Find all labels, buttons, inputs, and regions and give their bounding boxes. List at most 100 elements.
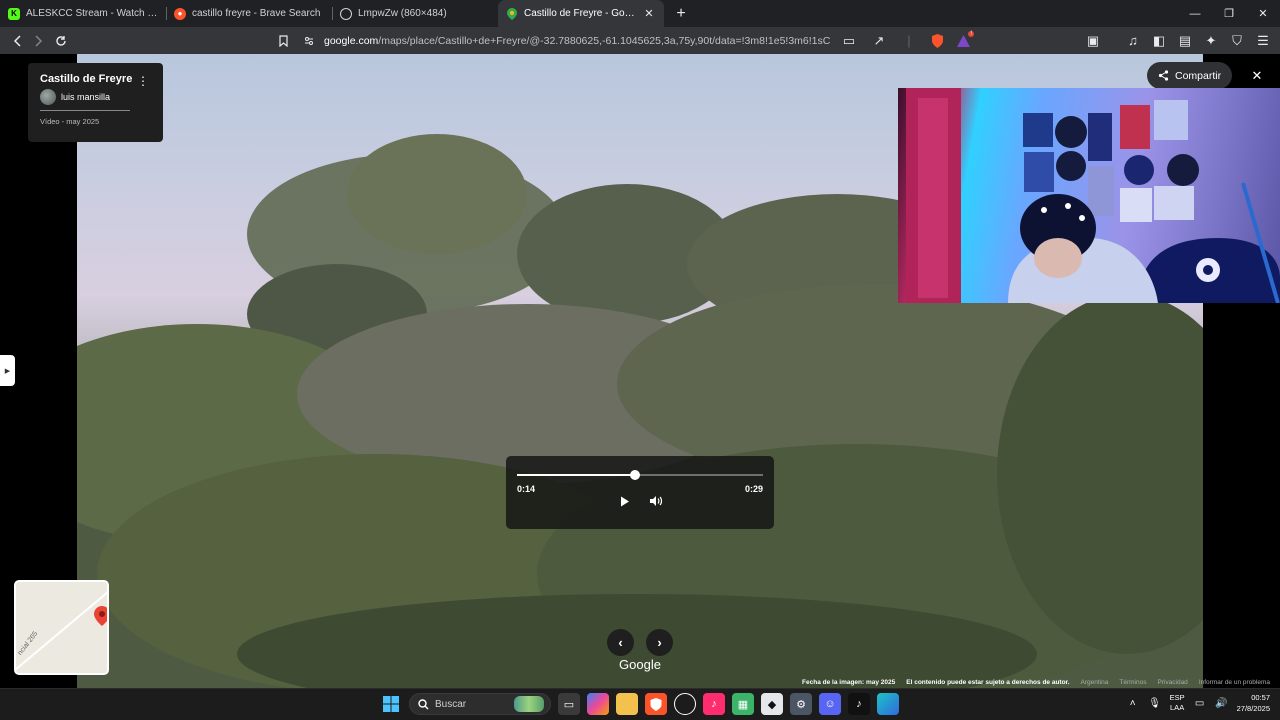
share-button[interactable]: Compartir xyxy=(1147,62,1233,89)
country-label: Argentina xyxy=(1080,679,1109,686)
maps-viewport: Castillo de Freyre ⋮ luis mansilla Vídeo… xyxy=(0,54,1280,688)
search-icon xyxy=(418,698,429,709)
tiktok-icon[interactable]: ♪ xyxy=(848,693,870,715)
language-indicator[interactable]: ESP LAA xyxy=(1170,693,1185,713)
tab-image[interactable]: LmpwZw (860×484) xyxy=(332,0,498,27)
brave-browser-icon[interactable] xyxy=(645,693,667,715)
copilot-icon[interactable] xyxy=(587,693,609,715)
steam-icon[interactable] xyxy=(674,693,696,715)
google-maps-icon xyxy=(506,7,518,20)
tab-brave-search[interactable]: ● castillo freyre - Brave Search xyxy=(166,0,332,27)
share-icon xyxy=(1158,70,1169,81)
video-progress-fill xyxy=(517,474,636,476)
edge-icon[interactable] xyxy=(877,693,899,715)
discord-icon[interactable]: ☺ xyxy=(819,693,841,715)
divider xyxy=(40,110,130,111)
next-arrow-icon[interactable]: › xyxy=(646,629,673,656)
windows-start-icon[interactable] xyxy=(380,693,402,715)
globe-icon xyxy=(340,7,352,20)
system-tray: ˄ 🎙 ESP LAA ▭ 🔊 00:57 27/8/2025 xyxy=(1126,692,1270,714)
reload-icon[interactable] xyxy=(50,30,72,52)
place-info-card: Castillo de Freyre ⋮ luis mansilla Vídeo… xyxy=(28,63,163,142)
search-placeholder: Buscar xyxy=(435,698,467,710)
webcam-feed xyxy=(906,88,1280,303)
reading-mode-icon[interactable]: ▣ xyxy=(1082,30,1104,52)
terms-link[interactable]: Términos xyxy=(1119,679,1146,688)
previous-arrow-icon[interactable]: ‹ xyxy=(607,629,634,656)
video-progress-bar[interactable] xyxy=(517,470,763,480)
close-icon[interactable]: ✕ xyxy=(1246,65,1268,87)
vpn-shield-icon[interactable]: ⛉ xyxy=(1226,30,1248,52)
file-explorer-icon[interactable] xyxy=(616,693,638,715)
menu-icon[interactable]: ☰ xyxy=(1252,30,1274,52)
brave-shields-icon[interactable] xyxy=(928,32,946,50)
task-view-icon[interactable]: ▭ xyxy=(558,693,580,715)
speaker-icon[interactable]: 🔊 xyxy=(1215,696,1229,710)
leo-ai-icon[interactable]: ✦ xyxy=(1200,30,1222,52)
clock-date: 27/8/2025 xyxy=(1236,704,1270,713)
clock-time: 00:57 xyxy=(1251,693,1270,702)
tiktok-live-icon[interactable]: ♪ xyxy=(703,693,725,715)
google-logo: Google xyxy=(619,657,661,672)
share-label: Compartir xyxy=(1175,69,1222,82)
network-icon[interactable]: ▭ xyxy=(1193,696,1207,710)
wallet-icon[interactable]: ▤ xyxy=(1174,30,1196,52)
settings-gear-icon[interactable]: ⚙ xyxy=(790,693,812,715)
video-progress-knob[interactable] xyxy=(630,470,641,480)
avatar xyxy=(40,89,56,105)
chevron-up-icon[interactable]: ˄ xyxy=(1126,696,1140,710)
sidebar-icon[interactable]: ◧ xyxy=(1148,30,1170,52)
author-name[interactable]: luis mansilla xyxy=(61,92,110,102)
tab-google-maps[interactable]: Castillo de Freyre - Google Maps ✕ xyxy=(498,0,664,27)
video-duration: 0:29 xyxy=(744,484,763,494)
copyright-notice: El contenido puede estar sujeto a derech… xyxy=(906,679,1070,686)
microphone-icon[interactable]: 🎙 xyxy=(1148,696,1162,710)
close-tab-icon[interactable]: ✕ xyxy=(642,7,656,21)
tab-title: ALESKCC Stream - Watch Live on Kick xyxy=(26,8,158,19)
volume-icon[interactable] xyxy=(648,493,664,509)
windows-taskbar: Buscar ▭ ♪ ▦ ◆ ⚙ ☺ ♪ ˄ 🎙 ESP LAA ▭ 🔊 00:… xyxy=(0,688,1280,720)
back-icon[interactable] xyxy=(6,30,28,52)
expand-panel-handle[interactable]: ▶ xyxy=(0,355,15,386)
bookmark-icon[interactable] xyxy=(272,30,294,52)
minimap[interactable]: ncial 265 xyxy=(14,580,109,675)
more-options-icon[interactable]: ⋮ xyxy=(137,74,149,88)
video-current-time: 0:14 xyxy=(517,484,536,494)
share-page-icon[interactable]: ↗ xyxy=(868,30,890,52)
site-settings-icon[interactable] xyxy=(302,30,316,52)
tab-title: castillo freyre - Brave Search xyxy=(192,8,321,19)
restore-icon[interactable]: ❐ xyxy=(1212,0,1246,27)
new-tab-button[interactable]: + xyxy=(670,3,692,25)
window-close-icon[interactable]: ✕ xyxy=(1246,0,1280,27)
desktop: K ALESKCC Stream - Watch Live on Kick ● … xyxy=(0,0,1280,720)
brave-rewards-icon[interactable]: ! xyxy=(954,30,974,50)
media-icon[interactable]: ♫ xyxy=(1122,30,1144,52)
cast-icon[interactable]: ▭ xyxy=(838,30,860,52)
report-problem-link[interactable]: Informar de un problema xyxy=(1199,679,1270,688)
tab-title: Castillo de Freyre - Google Maps xyxy=(524,8,636,19)
language-code: ESP xyxy=(1169,693,1185,702)
brave-search-icon: ● xyxy=(174,7,186,20)
maps-footer: Fecha de la imagen: may 2025 El contenid… xyxy=(802,679,1280,688)
roblox-icon[interactable]: ◆ xyxy=(761,693,783,715)
play-icon[interactable] xyxy=(617,493,633,509)
url-host: google.com xyxy=(324,34,379,47)
browser-tab-strip: K ALESKCC Stream - Watch Live on Kick ● … xyxy=(0,0,1280,27)
clock[interactable]: 00:57 27/8/2025 xyxy=(1237,692,1270,714)
separator: | xyxy=(907,33,911,48)
media-caption: Vídeo - may 2025 xyxy=(40,117,100,126)
video-controls: 0:14 0:29 xyxy=(506,456,774,529)
privacy-link[interactable]: Privacidad xyxy=(1157,679,1187,688)
minimize-icon[interactable]: — xyxy=(1178,0,1212,27)
taskbar-search[interactable]: Buscar xyxy=(409,693,551,715)
browser-toolbar: google.com/maps/place/Castillo+de+Freyre… xyxy=(0,27,1280,54)
app-green-icon[interactable]: ▦ xyxy=(732,693,754,715)
search-highlight-image xyxy=(514,696,544,712)
address-bar[interactable]: google.com/maps/place/Castillo+de+Freyre… xyxy=(272,30,974,52)
forward-icon[interactable] xyxy=(28,30,50,52)
kick-icon: K xyxy=(8,7,20,20)
author-row[interactable]: luis mansilla xyxy=(40,89,151,105)
url-text[interactable]: google.com/maps/place/Castillo+de+Freyre… xyxy=(324,35,830,47)
url-path: /maps/place/Castillo+de+Freyre/@-32.7880… xyxy=(378,34,830,47)
tab-kick[interactable]: K ALESKCC Stream - Watch Live on Kick xyxy=(0,0,166,27)
